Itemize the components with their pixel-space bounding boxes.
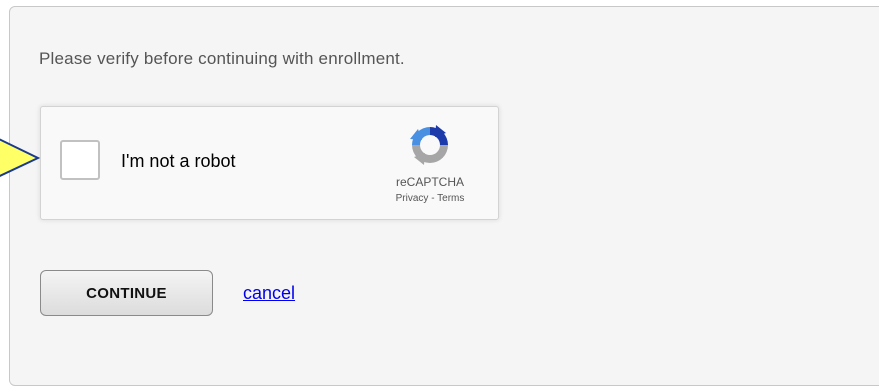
terms-link[interactable]: Terms <box>437 193 464 204</box>
verification-prompt: Please verify before continuing with enr… <box>39 49 405 68</box>
recaptcha-branding: reCAPTCHA Privacy - Terms <box>380 121 480 204</box>
recaptcha-links: Privacy - Terms <box>380 193 480 204</box>
recaptcha-logo-icon <box>410 125 448 165</box>
recaptcha-brand-name: reCAPTCHA <box>395 175 464 189</box>
cancel-link[interactable]: cancel <box>243 283 295 304</box>
pointer-arrow-icon <box>0 138 40 177</box>
privacy-link[interactable]: Privacy <box>396 193 429 204</box>
not-a-robot-checkbox[interactable] <box>60 140 100 180</box>
captcha-label: I'm not a robot <box>121 151 236 171</box>
continue-button[interactable]: CONTINUE <box>40 270 213 316</box>
links-separator: - <box>428 193 438 204</box>
recaptcha-widget: I'm not a robot reCAPTCHA Privacy - Term… <box>40 106 499 220</box>
